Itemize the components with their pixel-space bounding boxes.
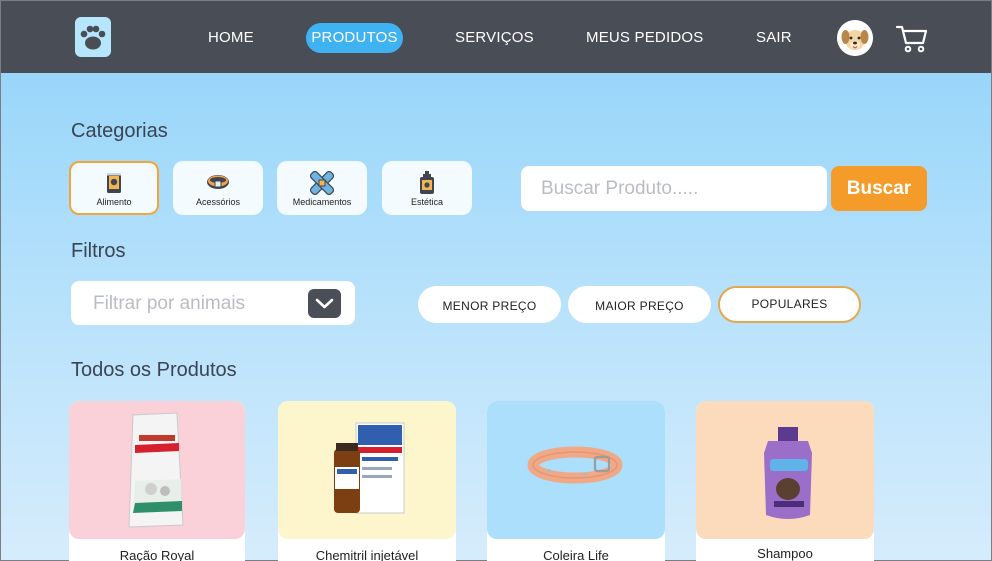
filters-heading: Filtros bbox=[71, 240, 126, 262]
nav-link-produtos[interactable]: PRODUTOS bbox=[306, 23, 403, 53]
top-navbar: HOME PRODUTOS SERVIÇOS MEUS PEDIDOS SAIR bbox=[1, 1, 991, 73]
shampoo-icon bbox=[420, 171, 434, 194]
animal-filter-select[interactable]: Filtrar por animais bbox=[71, 281, 355, 325]
product-card[interactable]: Ração Royal bbox=[69, 401, 245, 561]
collar-icon bbox=[207, 175, 229, 189]
nav-link-servicos[interactable]: SERVIÇOS bbox=[455, 23, 534, 53]
product-image bbox=[69, 401, 245, 539]
nav-link-meus-pedidos[interactable]: MEUS PEDIDOS bbox=[586, 23, 703, 53]
product-name: Shampoo bbox=[757, 546, 813, 561]
product-name: Ração Royal bbox=[119, 548, 195, 561]
category-label: Acessórios bbox=[195, 197, 240, 207]
bandage-icon bbox=[309, 171, 335, 195]
product-image bbox=[487, 401, 665, 539]
sort-populares[interactable]: POPULARES bbox=[718, 286, 861, 323]
product-image bbox=[278, 401, 456, 539]
product-image bbox=[696, 401, 874, 539]
category-alimento[interactable]: Alimento bbox=[69, 161, 159, 215]
categories-heading: Categorias bbox=[71, 120, 168, 142]
product-name: Chemitril injetável bbox=[315, 548, 419, 561]
category-medicamentos[interactable]: Medicamentos bbox=[277, 161, 367, 215]
category-acessorios[interactable]: Acessórios bbox=[173, 161, 263, 215]
paw-icon[interactable] bbox=[75, 17, 111, 57]
product-card[interactable]: Chemitril injetável bbox=[278, 401, 456, 561]
food-bag-icon bbox=[107, 173, 121, 193]
nav-link-home[interactable]: HOME bbox=[208, 23, 254, 53]
dog-avatar-icon[interactable] bbox=[837, 20, 873, 56]
nav-link-sair[interactable]: SAIR bbox=[756, 23, 792, 53]
sort-menor-preco[interactable]: MENOR PREÇO bbox=[418, 286, 561, 323]
product-card[interactable]: Coleira Life bbox=[487, 401, 665, 561]
search-input[interactable] bbox=[521, 166, 827, 211]
animal-filter-placeholder: Filtrar por animais bbox=[93, 293, 246, 314]
chevron-down-icon[interactable] bbox=[308, 289, 341, 318]
category-estetica[interactable]: Estética bbox=[382, 161, 472, 215]
category-label: Estética bbox=[410, 197, 443, 207]
product-card[interactable]: Shampoo bbox=[696, 401, 874, 561]
category-label: Medicamentos bbox=[292, 197, 352, 207]
cart-icon[interactable] bbox=[895, 21, 929, 55]
sort-maior-preco[interactable]: MAIOR PREÇO bbox=[568, 286, 711, 323]
products-heading: Todos os Produtos bbox=[71, 359, 237, 381]
search-button[interactable]: Buscar bbox=[831, 166, 927, 211]
category-label: Alimento bbox=[96, 197, 132, 207]
product-name: Coleira Life bbox=[543, 548, 609, 561]
